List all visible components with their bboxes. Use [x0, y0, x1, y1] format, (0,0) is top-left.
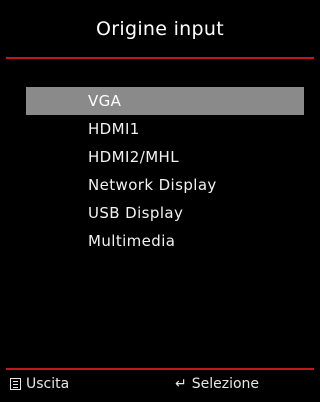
- menu-item-hdmi1[interactable]: HDMI1: [26, 115, 304, 143]
- menu-item-multimedia[interactable]: Multimedia: [26, 227, 304, 255]
- menu-item-usb-display[interactable]: USB Display: [26, 199, 304, 227]
- page-title: Origine input: [96, 17, 224, 40]
- exit-hint[interactable]: Uscita: [10, 371, 69, 397]
- menu-item-label: USB Display: [88, 204, 184, 222]
- menu-item-network-display[interactable]: Network Display: [26, 171, 304, 199]
- enter-icon: ↵: [175, 376, 187, 392]
- menu-item-vga[interactable]: VGA: [26, 87, 304, 115]
- header-divider: [6, 57, 314, 59]
- input-source-menu: VGA HDMI1 HDMI2/MHL Network Display USB …: [26, 87, 304, 255]
- menu-item-label: VGA: [88, 92, 122, 110]
- menu-item-label: HDMI1: [88, 120, 140, 138]
- select-label: Selezione: [191, 376, 260, 392]
- menu-item-label: Network Display: [88, 176, 217, 194]
- menu-item-label: Multimedia: [88, 232, 176, 250]
- menu-item-label: HDMI2/MHL: [88, 148, 179, 166]
- osd-footer: Uscita ↵ Selezione: [0, 371, 320, 397]
- exit-label: Uscita: [26, 376, 70, 392]
- footer-divider: [6, 368, 314, 370]
- select-hint[interactable]: ↵ Selezione: [175, 371, 259, 397]
- menu-item-hdmi2-mhl[interactable]: HDMI2/MHL: [26, 143, 304, 171]
- menu-icon: [10, 378, 21, 390]
- osd-header: Origine input: [0, 0, 320, 57]
